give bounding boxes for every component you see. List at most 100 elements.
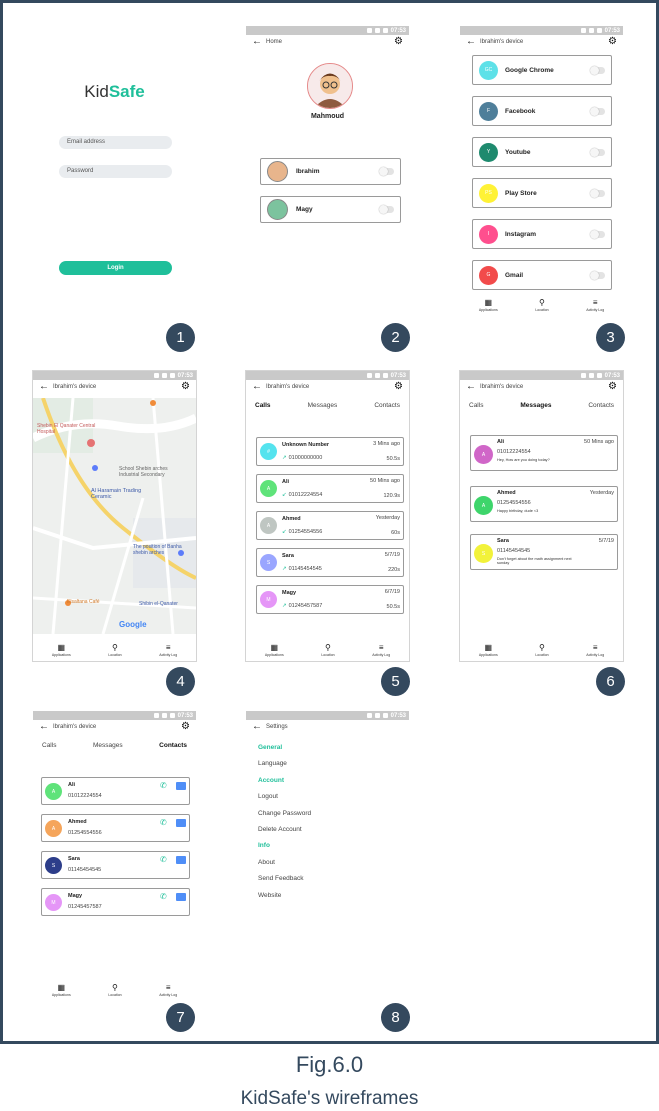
back-arrow-icon[interactable]: ← bbox=[252, 37, 262, 47]
settings-item[interactable]: Language bbox=[258, 760, 409, 776]
monitor-toggle[interactable] bbox=[379, 205, 394, 214]
contact-avatar: A bbox=[260, 480, 277, 497]
tab-contacts[interactable]: Contacts bbox=[374, 402, 400, 409]
settings-item[interactable]: Website bbox=[258, 892, 409, 908]
list-icon: ≡ bbox=[592, 298, 598, 307]
block-toggle[interactable] bbox=[590, 147, 605, 157]
message-icon[interactable] bbox=[176, 893, 186, 901]
nav-activity-log[interactable]: ≡ Activity Log bbox=[586, 298, 604, 313]
block-toggle[interactable] bbox=[590, 229, 605, 239]
block-toggle[interactable] bbox=[590, 270, 605, 280]
caller-number: ↗ 01000000000 bbox=[282, 455, 323, 461]
settings-item[interactable]: About bbox=[258, 859, 409, 875]
message-icon[interactable] bbox=[176, 856, 186, 864]
wifi-icon bbox=[580, 28, 586, 33]
nav-applications[interactable]: ▦ Applications bbox=[479, 299, 498, 313]
phone-icon[interactable]: ✆ bbox=[160, 855, 167, 864]
phone-icon[interactable]: ✆ bbox=[160, 818, 167, 827]
tab-messages[interactable]: Messages bbox=[308, 402, 338, 409]
tab-messages[interactable]: Messages bbox=[520, 402, 551, 409]
app-card[interactable]: PS Play Store bbox=[472, 178, 612, 208]
gear-icon[interactable]: ⚙ bbox=[394, 382, 403, 392]
app-card[interactable]: GC Google Chrome bbox=[472, 55, 612, 85]
nav-applications[interactable]: ▦ Applications bbox=[479, 644, 498, 658]
nav-location[interactable]: ⚲ Location bbox=[535, 644, 548, 658]
block-toggle[interactable] bbox=[590, 106, 605, 116]
nav-activity-log[interactable]: ≡ Activity Log bbox=[372, 644, 390, 658]
message-icon[interactable] bbox=[176, 782, 186, 790]
phone-icon[interactable]: ✆ bbox=[160, 781, 167, 790]
nav-location[interactable]: ⚲ Location bbox=[321, 644, 334, 658]
contact-row[interactable]: A Ahmed 01254554556 ✆ bbox=[41, 814, 190, 842]
message-row[interactable]: A Ali 50 Mins ago 01012224554 Hey, How are y… bbox=[470, 435, 618, 471]
login-button[interactable]: Login bbox=[59, 261, 172, 275]
contact-row[interactable]: M Magy 01245457587 ✆ bbox=[41, 888, 190, 916]
tab-contacts[interactable]: Contacts bbox=[159, 742, 187, 749]
call-time: 50 Mins ago bbox=[370, 478, 400, 484]
tab-bar: Calls Messages Contacts bbox=[246, 402, 409, 409]
back-arrow-icon[interactable]: ← bbox=[466, 37, 476, 47]
nav-activity-log[interactable]: ≡ Activity Log bbox=[159, 984, 177, 998]
tab-messages[interactable]: Messages bbox=[93, 742, 123, 749]
bottom-nav: ▦ Applications ⚲ Location ≡ Activity Log bbox=[460, 292, 623, 313]
tab-calls[interactable]: Calls bbox=[42, 742, 56, 749]
call-direction-icon: ↗ bbox=[282, 603, 287, 609]
tab-calls[interactable]: Calls bbox=[469, 402, 483, 409]
nav-location[interactable]: ⚲ Location bbox=[535, 299, 548, 313]
back-arrow-icon[interactable]: ← bbox=[466, 382, 476, 392]
gear-icon[interactable]: ⚙ bbox=[181, 722, 190, 732]
message-icon[interactable] bbox=[176, 819, 186, 827]
call-row[interactable]: A Ahmed Yesterday ↙ 01254554556 60s bbox=[256, 511, 404, 540]
settings-item[interactable]: Logout bbox=[258, 793, 409, 809]
settings-item[interactable]: Delete Account bbox=[258, 826, 409, 842]
screen-number-badge: 5 bbox=[381, 667, 410, 696]
app-icon: F bbox=[479, 101, 498, 121]
settings-item[interactable]: Send Feedback bbox=[258, 875, 409, 891]
tab-calls[interactable]: Calls bbox=[255, 402, 271, 409]
back-arrow-icon[interactable]: ← bbox=[39, 382, 49, 392]
nav-applications[interactable]: ▦ Applications bbox=[52, 984, 71, 998]
tab-contacts[interactable]: Contacts bbox=[588, 402, 614, 409]
gear-icon[interactable]: ⚙ bbox=[608, 382, 617, 392]
screen-number-badge: 6 bbox=[596, 667, 625, 696]
back-arrow-icon[interactable]: ← bbox=[252, 722, 262, 732]
phone-icon[interactable]: ✆ bbox=[160, 892, 167, 901]
call-duration: 120.9s bbox=[383, 493, 400, 499]
app-card[interactable]: F Facebook bbox=[472, 96, 612, 126]
contact-avatar: # bbox=[260, 443, 277, 460]
call-row[interactable]: # Unknown Number 3 Mins ago ↗ 01000000000 50.… bbox=[256, 437, 404, 466]
call-row[interactable]: A Ali 50 Mins ago ↙ 01012224554 120.9s bbox=[256, 474, 404, 503]
grid-icon: ▦ bbox=[57, 643, 66, 652]
map-view[interactable]: Shebin El Qanater Central Hospital Schoo… bbox=[33, 398, 196, 634]
nav-location[interactable]: ⚲ Location bbox=[108, 644, 121, 658]
contact-row[interactable]: A Ali 01012224554 ✆ bbox=[41, 777, 190, 805]
monitor-toggle[interactable] bbox=[379, 167, 394, 176]
nav-applications[interactable]: ▦ Applications bbox=[52, 643, 71, 658]
email-field[interactable]: Email address bbox=[59, 136, 172, 149]
back-arrow-icon[interactable]: ← bbox=[252, 382, 262, 392]
app-card[interactable]: G Gmail bbox=[472, 260, 612, 290]
app-card[interactable]: Y Youtube bbox=[472, 137, 612, 167]
message-row[interactable]: S Sara 5/7/19 01145454545 Don't forget about… bbox=[470, 534, 618, 570]
tab-bar: Calls Messages Contacts bbox=[33, 742, 196, 749]
gear-icon[interactable]: ⚙ bbox=[394, 37, 403, 47]
call-row[interactable]: S Sara 5/7/19 ↗ 01145454545 220s bbox=[256, 548, 404, 577]
gear-icon[interactable]: ⚙ bbox=[181, 382, 190, 392]
nav-activity-log[interactable]: ≡ Activity Log bbox=[586, 644, 604, 658]
contact-row[interactable]: S Sara 01145454545 ✆ bbox=[41, 851, 190, 879]
child-card-magy[interactable]: Magy bbox=[260, 196, 401, 223]
call-row[interactable]: M Magy 6/7/19 ↗ 01245457587 50.5s bbox=[256, 585, 404, 614]
gear-icon[interactable]: ⚙ bbox=[608, 37, 617, 47]
child-card-ibrahim[interactable]: Ibrahim bbox=[260, 158, 401, 185]
nav-activity-log[interactable]: ≡ Activity Log bbox=[159, 644, 177, 658]
nav-location[interactable]: ⚲ Location bbox=[108, 984, 121, 998]
message-row[interactable]: A Ahmed Yesterday 01254554556 Happy birthday… bbox=[470, 486, 618, 522]
back-arrow-icon[interactable]: ← bbox=[39, 722, 49, 732]
settings-item[interactable]: Change Password bbox=[258, 810, 409, 826]
app-card[interactable]: I Instagram bbox=[472, 219, 612, 249]
app-name: Gmail bbox=[505, 271, 524, 279]
nav-applications[interactable]: ▦ Applications bbox=[265, 644, 284, 658]
block-toggle[interactable] bbox=[590, 65, 605, 75]
block-toggle[interactable] bbox=[590, 188, 605, 198]
password-field[interactable]: Password bbox=[59, 165, 172, 178]
